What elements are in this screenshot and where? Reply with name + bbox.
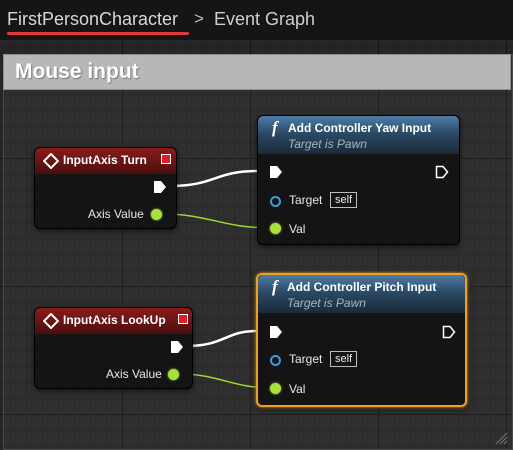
float-pin-icon[interactable] (168, 369, 179, 380)
svg-text:f: f (272, 277, 280, 296)
float-pin-icon[interactable] (270, 383, 281, 394)
exec-in-pin-icon[interactable] (269, 165, 283, 179)
add-controller-pitch-input-node[interactable]: f Add Controller Pitch Input Target is P… (256, 273, 467, 407)
delegate-pin-icon[interactable] (177, 313, 189, 325)
node-title: Add Controller Yaw Input (288, 121, 432, 135)
exec-pin-icon[interactable] (153, 180, 167, 194)
float-pin-icon[interactable] (270, 223, 281, 234)
val-label: Val (289, 222, 306, 236)
function-icon: f (272, 277, 280, 296)
exec-wire-lookup-pitch (185, 329, 258, 348)
float-pin-icon[interactable] (151, 209, 162, 220)
exec-wire-turn-yaw (169, 169, 258, 188)
node-subtitle: Target is Pawn (287, 296, 366, 310)
function-icon: f (272, 118, 280, 137)
node-subtitle: Target is Pawn (288, 137, 367, 151)
input-axis-lookup-node[interactable]: InputAxis LookUp Axis Value (34, 307, 193, 389)
target-label: Target (289, 193, 323, 207)
exec-out-pin-icon[interactable] (435, 165, 449, 179)
object-pin-icon[interactable] (270, 196, 281, 207)
node-title: InputAxis LookUp (63, 313, 166, 327)
exec-in-pin-icon[interactable] (269, 325, 283, 339)
delegate-pin-icon[interactable] (160, 153, 172, 165)
exec-pin-icon[interactable] (170, 340, 184, 354)
axis-value-label: Axis Value (88, 207, 144, 221)
node-title: Add Controller Pitch Input (287, 280, 437, 294)
node-title: InputAxis Turn (63, 153, 147, 167)
target-label: Target (289, 352, 323, 366)
target-self-field[interactable]: self (330, 351, 358, 367)
axis-value-label: Axis Value (106, 367, 162, 381)
svg-text:f: f (272, 118, 280, 137)
add-controller-yaw-input-node[interactable]: f Add Controller Yaw Input Target is Paw… (257, 115, 460, 245)
target-self-field[interactable]: self (330, 192, 358, 208)
val-label: Val (289, 382, 306, 396)
event-diamond-icon (43, 313, 59, 329)
object-pin-icon[interactable] (270, 355, 281, 366)
input-axis-turn-node[interactable]: InputAxis Turn Axis Value (34, 147, 177, 229)
event-diamond-icon (43, 153, 59, 169)
exec-out-pin-icon[interactable] (442, 325, 456, 339)
